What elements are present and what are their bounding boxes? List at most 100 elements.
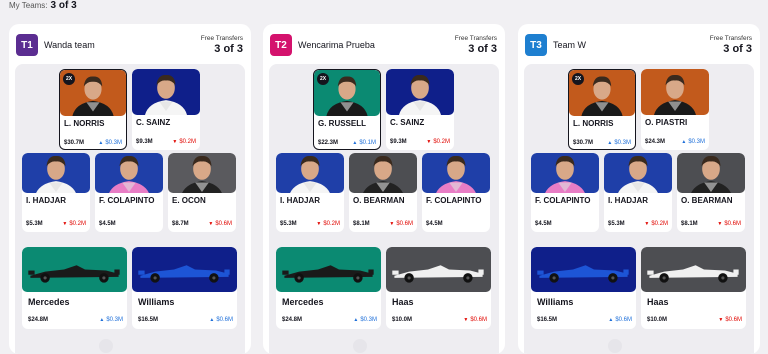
- driver-portrait: [132, 69, 200, 115]
- price-change: ▼ $0.2M: [172, 139, 196, 145]
- team-name: Team W: [553, 40, 587, 50]
- driver-portrait: [641, 69, 709, 115]
- carousel-next-button[interactable]: [608, 339, 622, 353]
- driver-card[interactable]: C. SAINZ $9.3M ▼ $0.2M: [132, 69, 200, 150]
- driver-portrait: [531, 153, 599, 193]
- constructor-name: Williams: [138, 297, 175, 307]
- constructor-price: $10.0M: [392, 317, 413, 323]
- driver-card[interactable]: F. COLAPINTO $4.5M: [531, 153, 599, 232]
- carousel-next-button[interactable]: [353, 339, 367, 353]
- price-change-value: $0.6M: [725, 317, 742, 323]
- free-transfers-value: 3 of 3: [214, 43, 243, 55]
- double-points-badge: 2X: [317, 73, 329, 85]
- price-change: ▼ $0.2M: [426, 139, 450, 145]
- constructor-card[interactable]: Williams $16.5M ▲ $0.6M: [531, 247, 636, 329]
- arrow-down-icon: ▼: [172, 139, 178, 145]
- price-change-value: $0.2M: [433, 139, 450, 145]
- constructor-car-image: [641, 247, 746, 292]
- constructor-name: Haas: [392, 297, 414, 307]
- driver-card[interactable]: F. COLAPINTO $4.5M: [95, 153, 163, 232]
- team-panel[interactable]: T2 Wencarima Prueba Free Transfers 3 of 3 2…: [263, 24, 505, 354]
- free-transfers-label: Free Transfers: [454, 35, 497, 42]
- team-panel[interactable]: T3 Team W Free Transfers 3 of 3 2X L. NORRIS…: [518, 24, 760, 354]
- constructor-card[interactable]: Haas $10.0M ▼ $0.6M: [641, 247, 746, 329]
- driver-card[interactable]: O. BEARMAN $8.1M ▼ $0.6M: [349, 153, 417, 232]
- driver-card[interactable]: I. HADJAR $5.3M ▼ $0.2M: [604, 153, 672, 232]
- constructor-name: Mercedes: [282, 297, 324, 307]
- driver-card[interactable]: 2X L. NORRIS $30.7M ▲ $0.3M: [59, 69, 127, 150]
- constructor-price: $16.5M: [138, 317, 159, 323]
- driver-name: F. COLAPINTO: [535, 196, 591, 205]
- price-change: ▲ $0.3M: [98, 140, 122, 146]
- constructor-car-image: [22, 247, 127, 292]
- driver-name: I. HADJAR: [608, 196, 649, 205]
- price-change: ▼ $0.6M: [718, 317, 742, 323]
- price-change-value: $0.6M: [396, 221, 413, 227]
- driver-portrait: [95, 153, 163, 193]
- driver-price: $9.3M: [390, 139, 407, 145]
- arrow-down-icon: ▼: [463, 317, 469, 323]
- price-change-value: $0.1M: [359, 140, 376, 146]
- arrow-up-icon: ▲: [209, 317, 215, 323]
- price-change: ▲ $0.6M: [209, 317, 233, 323]
- arrow-down-icon: ▼: [316, 221, 322, 227]
- driver-name: O. BEARMAN: [681, 196, 733, 205]
- price-change-value: $0.3M: [614, 140, 631, 146]
- free-transfers-value: 3 of 3: [723, 43, 752, 55]
- driver-name: O. BEARMAN: [353, 196, 405, 205]
- team-panel[interactable]: T1 Wanda team Free Transfers 3 of 3 2X L. NO…: [9, 24, 251, 354]
- driver-card[interactable]: O. PIASTRI $24.3M ▲ $0.3M: [641, 69, 709, 150]
- price-change: ▼ $0.6M: [208, 221, 232, 227]
- double-points-badge: 2X: [572, 73, 584, 85]
- constructor-card[interactable]: Williams $16.5M ▲ $0.6M: [132, 247, 237, 329]
- constructor-card[interactable]: Mercedes $24.8M ▲ $0.3M: [22, 247, 127, 329]
- driver-price: $9.3M: [136, 139, 153, 145]
- driver-card[interactable]: F. COLAPINTO $4.5M: [422, 153, 490, 232]
- constructor-price: $16.5M: [537, 317, 558, 323]
- constructor-car-image: [132, 247, 237, 292]
- price-change: ▲ $0.3M: [607, 140, 631, 146]
- free-transfers-label: Free Transfers: [200, 35, 243, 42]
- team-header: T3 Team W Free Transfers 3 of 3: [525, 34, 752, 60]
- driver-portrait: [349, 153, 417, 193]
- driver-price: $4.5M: [99, 221, 116, 227]
- constructor-name: Mercedes: [28, 297, 70, 307]
- driver-portrait: [276, 153, 344, 193]
- driver-card[interactable]: O. BEARMAN $8.1M ▼ $0.6M: [677, 153, 745, 232]
- constructor-card[interactable]: Mercedes $24.8M ▲ $0.3M: [276, 247, 381, 329]
- constructor-card[interactable]: Haas $10.0M ▼ $0.6M: [386, 247, 491, 329]
- team-badge: T2: [270, 34, 292, 56]
- team-lineup: 2X L. NORRIS $30.7M ▲ $0.3M O. PIASTRI $24.3M…: [524, 64, 754, 354]
- price-change: ▲ $0.3M: [681, 139, 705, 145]
- driver-price: $5.3M: [608, 221, 625, 227]
- price-change-value: $0.2M: [69, 221, 86, 227]
- driver-card[interactable]: C. SAINZ $9.3M ▼ $0.2M: [386, 69, 454, 150]
- free-transfers: Free Transfers 3 of 3: [710, 35, 752, 55]
- driver-card[interactable]: 2X G. RUSSELL $22.3M ▲ $0.1M: [313, 69, 381, 150]
- price-change-value: $0.2M: [651, 221, 668, 227]
- arrow-down-icon: ▼: [426, 139, 432, 145]
- team-header: T2 Wencarima Prueba Free Transfers 3 of 3: [270, 34, 497, 60]
- driver-card[interactable]: I. HADJAR $5.3M ▼ $0.2M: [22, 153, 90, 232]
- carousel-next-button[interactable]: [99, 339, 113, 353]
- price-change-value: $0.6M: [470, 317, 487, 323]
- arrow-down-icon: ▼: [717, 221, 723, 227]
- driver-card[interactable]: I. HADJAR $5.3M ▼ $0.2M: [276, 153, 344, 232]
- price-change: ▼ $0.6M: [717, 221, 741, 227]
- price-change: ▲ $0.3M: [99, 317, 123, 323]
- arrow-down-icon: ▼: [208, 221, 214, 227]
- driver-price: $8.7M: [172, 221, 189, 227]
- my-teams-count: 3 of 3: [50, 0, 77, 11]
- constructor-name: Haas: [647, 297, 669, 307]
- constructor-price: $10.0M: [647, 317, 668, 323]
- driver-price: $5.3M: [26, 221, 43, 227]
- constructor-price: $24.8M: [282, 317, 303, 323]
- driver-name: G. RUSSELL: [318, 119, 367, 128]
- driver-name: I. HADJAR: [280, 196, 321, 205]
- arrow-up-icon: ▲: [681, 139, 687, 145]
- driver-card[interactable]: 2X L. NORRIS $30.7M ▲ $0.3M: [568, 69, 636, 150]
- driver-card[interactable]: E. OCON $8.7M ▼ $0.6M: [168, 153, 236, 232]
- driver-portrait: [386, 69, 454, 115]
- arrow-up-icon: ▲: [353, 317, 359, 323]
- driver-portrait: [677, 153, 745, 193]
